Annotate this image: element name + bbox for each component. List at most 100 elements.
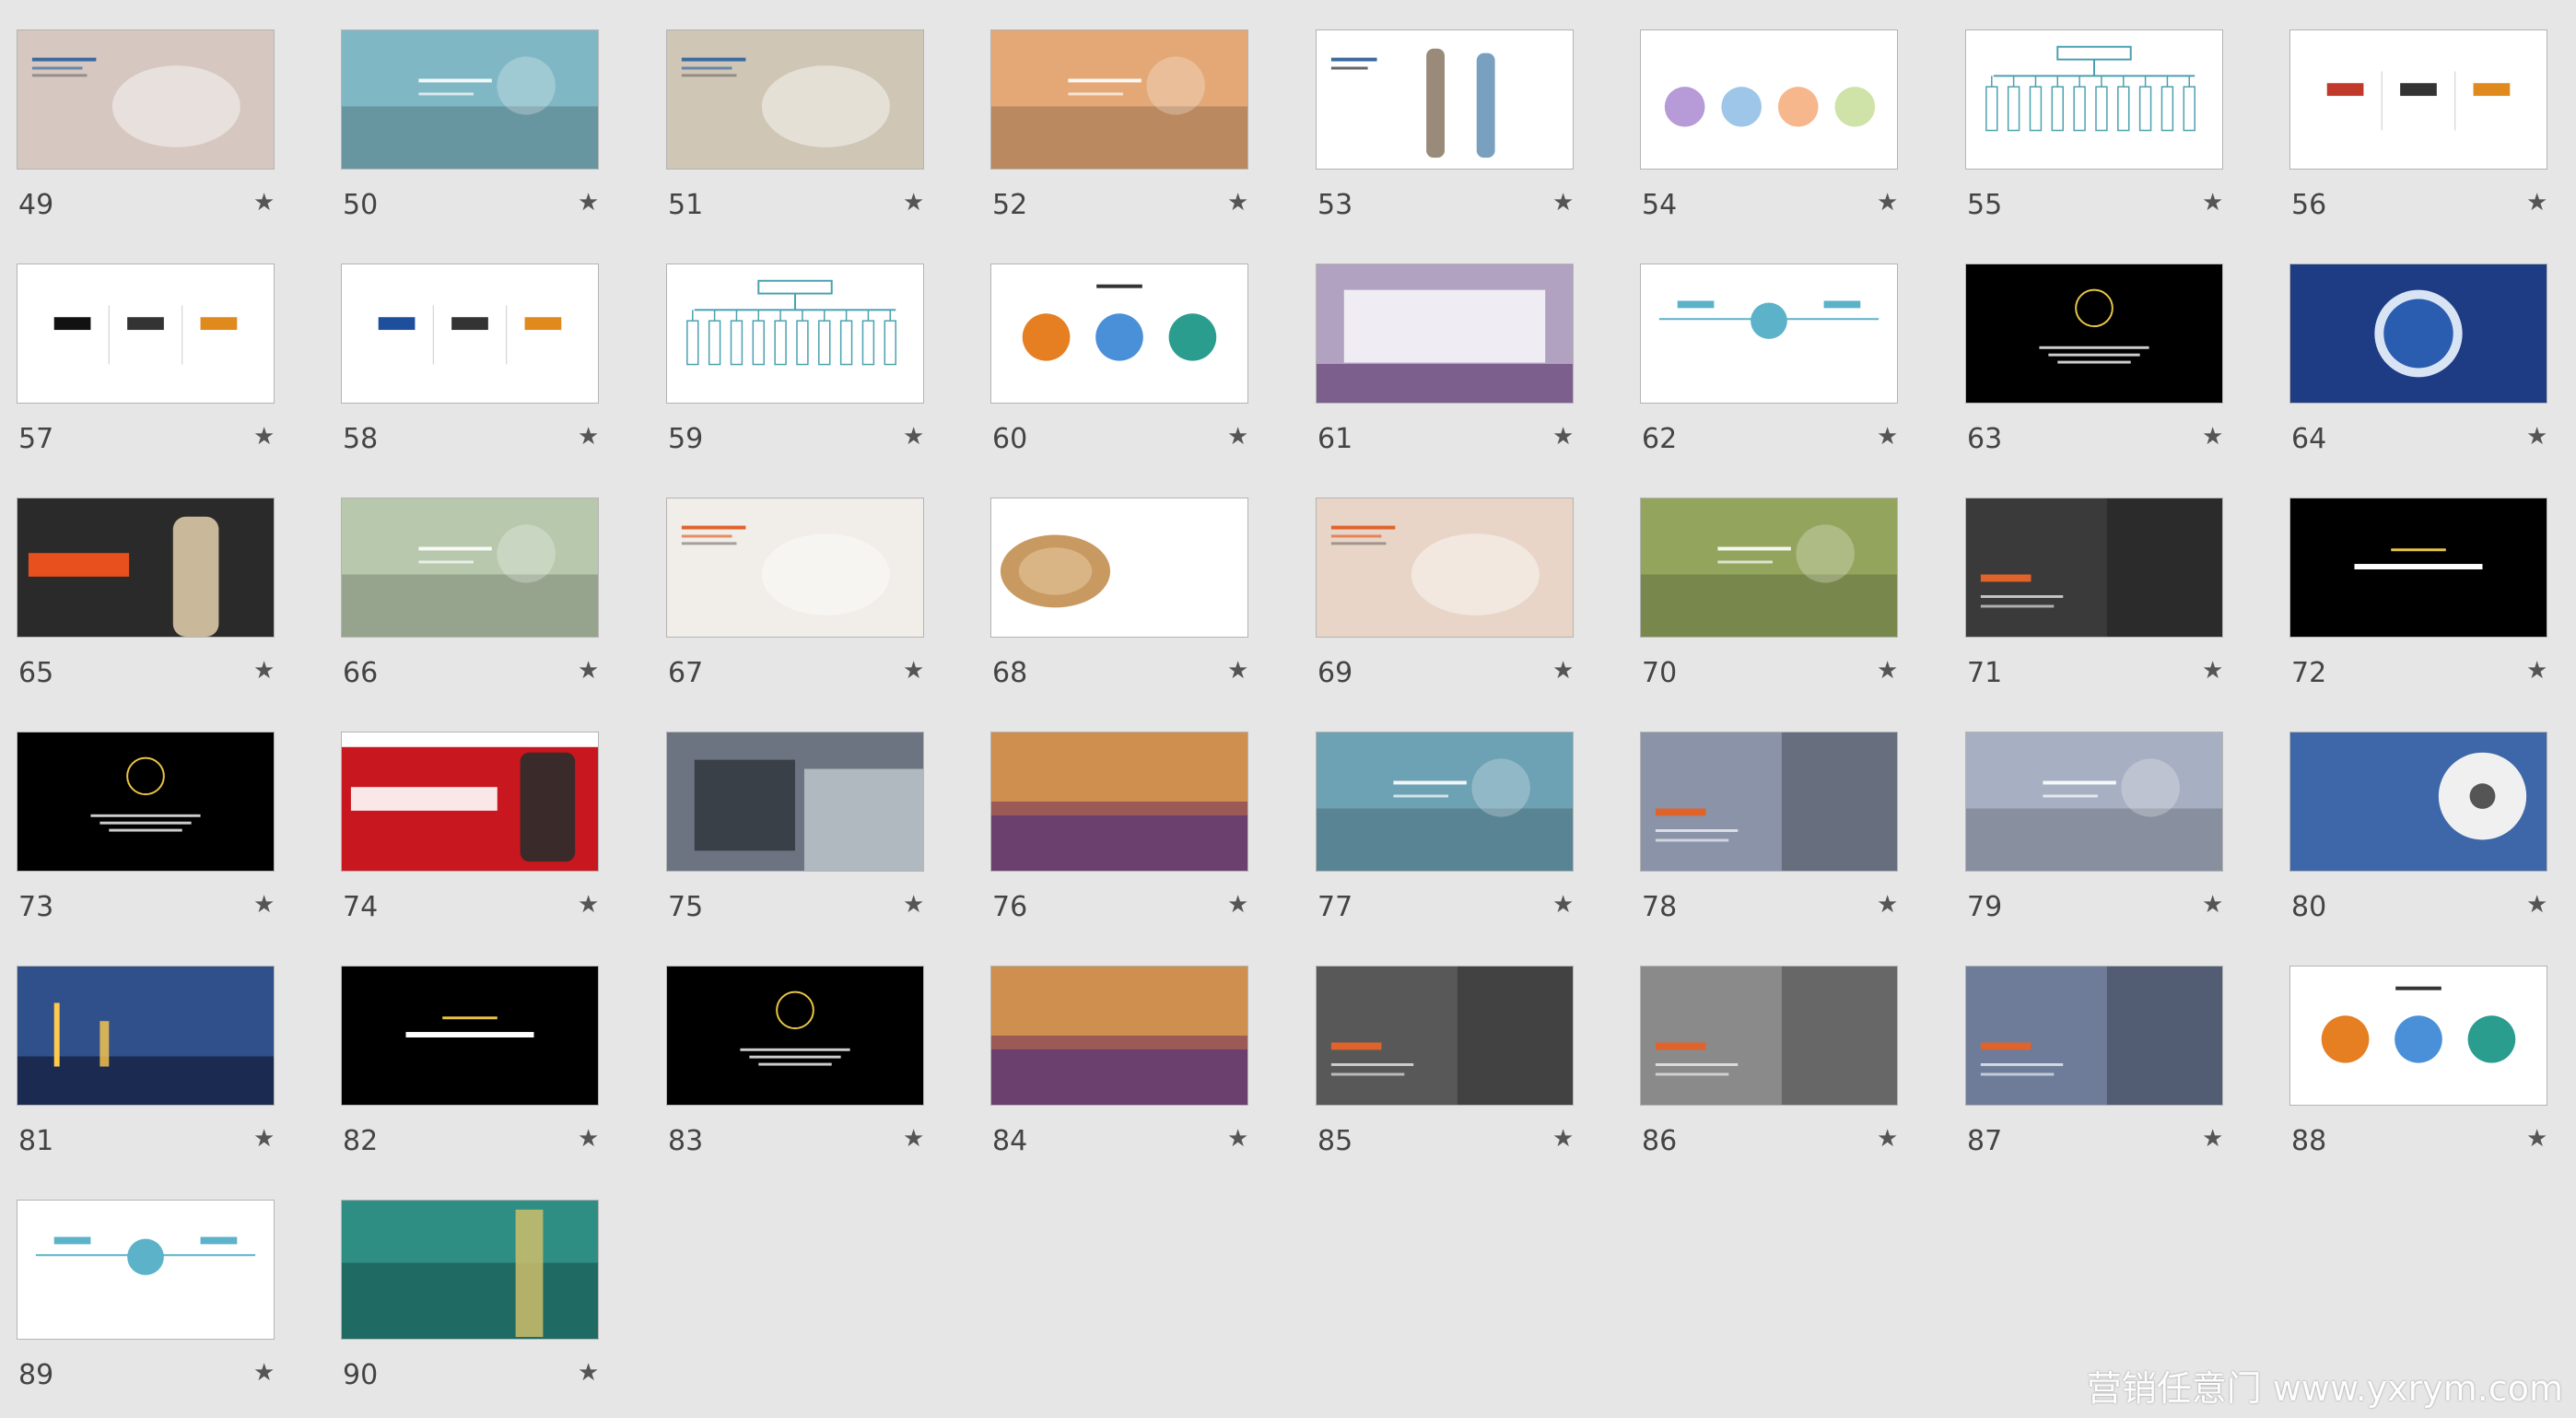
star-icon[interactable]: ★ [903,423,924,451]
slide-preview[interactable] [666,29,924,170]
slide-thumbnail-79[interactable]: 79 ★ [1949,702,2225,923]
slide-preview[interactable] [1316,264,1574,404]
star-icon[interactable]: ★ [1227,657,1248,685]
slide-preview[interactable] [666,732,924,872]
slide-thumbnail-89[interactable]: 89 ★ [0,1170,276,1391]
star-icon[interactable]: ★ [1552,189,1574,217]
slide-preview[interactable] [1640,264,1898,404]
slide-thumbnail-50[interactable]: 50 ★ [324,0,601,221]
slide-thumbnail-59[interactable]: 59 ★ [650,234,926,455]
star-icon[interactable]: ★ [2202,657,2223,685]
slide-preview[interactable] [1965,966,2223,1106]
slide-thumbnail-62[interactable]: 62 ★ [1623,234,1900,455]
slide-preview[interactable] [2289,264,2547,404]
slide-preview[interactable] [990,498,1248,638]
slide-preview[interactable] [17,29,275,170]
star-icon[interactable]: ★ [1877,891,1898,919]
slide-preview[interactable] [1640,498,1898,638]
star-icon[interactable]: ★ [1227,423,1248,451]
slide-preview[interactable] [1965,29,2223,170]
slide-thumbnail-90[interactable]: 90 ★ [324,1170,601,1391]
slide-thumbnail-57[interactable]: 57 ★ [0,234,276,455]
star-icon[interactable]: ★ [1877,189,1898,217]
star-icon[interactable]: ★ [253,1359,275,1387]
slide-preview[interactable] [341,966,599,1106]
star-icon[interactable]: ★ [903,891,924,919]
slide-preview[interactable] [1316,29,1574,170]
star-icon[interactable]: ★ [2202,891,2223,919]
star-icon[interactable]: ★ [253,891,275,919]
slide-preview[interactable] [1640,966,1898,1106]
slide-preview[interactable] [1316,966,1574,1106]
slide-thumbnail-49[interactable]: 49 ★ [0,0,276,221]
star-icon[interactable]: ★ [253,189,275,217]
star-icon[interactable]: ★ [253,423,275,451]
slide-preview[interactable] [17,264,275,404]
slide-preview[interactable] [2289,966,2547,1106]
slide-preview[interactable] [17,498,275,638]
star-icon[interactable]: ★ [903,1125,924,1153]
slide-preview[interactable] [1965,264,2223,404]
slide-preview[interactable] [1316,498,1574,638]
slide-thumbnail-51[interactable]: 51 ★ [650,0,926,221]
star-icon[interactable]: ★ [578,189,599,217]
slide-thumbnail-71[interactable]: 71 ★ [1949,468,2225,689]
slide-preview[interactable] [17,1200,275,1340]
star-icon[interactable]: ★ [1227,189,1248,217]
star-icon[interactable]: ★ [2526,1125,2547,1153]
star-icon[interactable]: ★ [1877,423,1898,451]
star-icon[interactable]: ★ [903,189,924,217]
star-icon[interactable]: ★ [253,1125,275,1153]
slide-thumbnail-69[interactable]: 69 ★ [1299,468,1575,689]
star-icon[interactable]: ★ [1552,891,1574,919]
slide-thumbnail-54[interactable]: 54 ★ [1623,0,1900,221]
star-icon[interactable]: ★ [578,1125,599,1153]
slide-thumbnail-76[interactable]: 76 ★ [974,702,1250,923]
slide-preview[interactable] [2289,732,2547,872]
slide-preview[interactable] [1640,29,1898,170]
slide-thumbnail-77[interactable]: 77 ★ [1299,702,1575,923]
slide-thumbnail-70[interactable]: 70 ★ [1623,468,1900,689]
slide-thumbnail-52[interactable]: 52 ★ [974,0,1250,221]
star-icon[interactable]: ★ [2202,423,2223,451]
slide-thumbnail-61[interactable]: 61 ★ [1299,234,1575,455]
slide-thumbnail-64[interactable]: 64 ★ [2273,234,2549,455]
slide-thumbnail-85[interactable]: 85 ★ [1299,936,1575,1157]
slide-thumbnail-68[interactable]: 68 ★ [974,468,1250,689]
slide-thumbnail-55[interactable]: 55 ★ [1949,0,2225,221]
slide-preview[interactable] [17,732,275,872]
slide-preview[interactable] [990,966,1248,1106]
star-icon[interactable]: ★ [578,891,599,919]
star-icon[interactable]: ★ [2202,189,2223,217]
slide-thumbnail-86[interactable]: 86 ★ [1623,936,1900,1157]
slide-thumbnail-60[interactable]: 60 ★ [974,234,1250,455]
slide-thumbnail-56[interactable]: 56 ★ [2273,0,2549,221]
star-icon[interactable]: ★ [1877,1125,1898,1153]
star-icon[interactable]: ★ [253,657,275,685]
star-icon[interactable]: ★ [578,1359,599,1387]
slide-thumbnail-88[interactable]: 88 ★ [2273,936,2549,1157]
slide-thumbnail-78[interactable]: 78 ★ [1623,702,1900,923]
slide-preview[interactable] [2289,498,2547,638]
slide-preview[interactable] [1965,732,2223,872]
slide-preview[interactable] [666,498,924,638]
slide-preview[interactable] [341,732,599,872]
slide-thumbnail-66[interactable]: 66 ★ [324,468,601,689]
slide-thumbnail-67[interactable]: 67 ★ [650,468,926,689]
star-icon[interactable]: ★ [2526,657,2547,685]
star-icon[interactable]: ★ [578,423,599,451]
slide-thumbnail-80[interactable]: 80 ★ [2273,702,2549,923]
slide-preview[interactable] [990,264,1248,404]
star-icon[interactable]: ★ [1227,891,1248,919]
star-icon[interactable]: ★ [903,657,924,685]
star-icon[interactable]: ★ [2526,423,2547,451]
star-icon[interactable]: ★ [2526,891,2547,919]
slide-thumbnail-73[interactable]: 73 ★ [0,702,276,923]
slide-preview[interactable] [1965,498,2223,638]
slide-preview[interactable] [990,29,1248,170]
slide-preview[interactable] [2289,29,2547,170]
star-icon[interactable]: ★ [2202,1125,2223,1153]
slide-preview[interactable] [341,498,599,638]
slide-preview[interactable] [666,264,924,404]
slide-preview[interactable] [17,966,275,1106]
